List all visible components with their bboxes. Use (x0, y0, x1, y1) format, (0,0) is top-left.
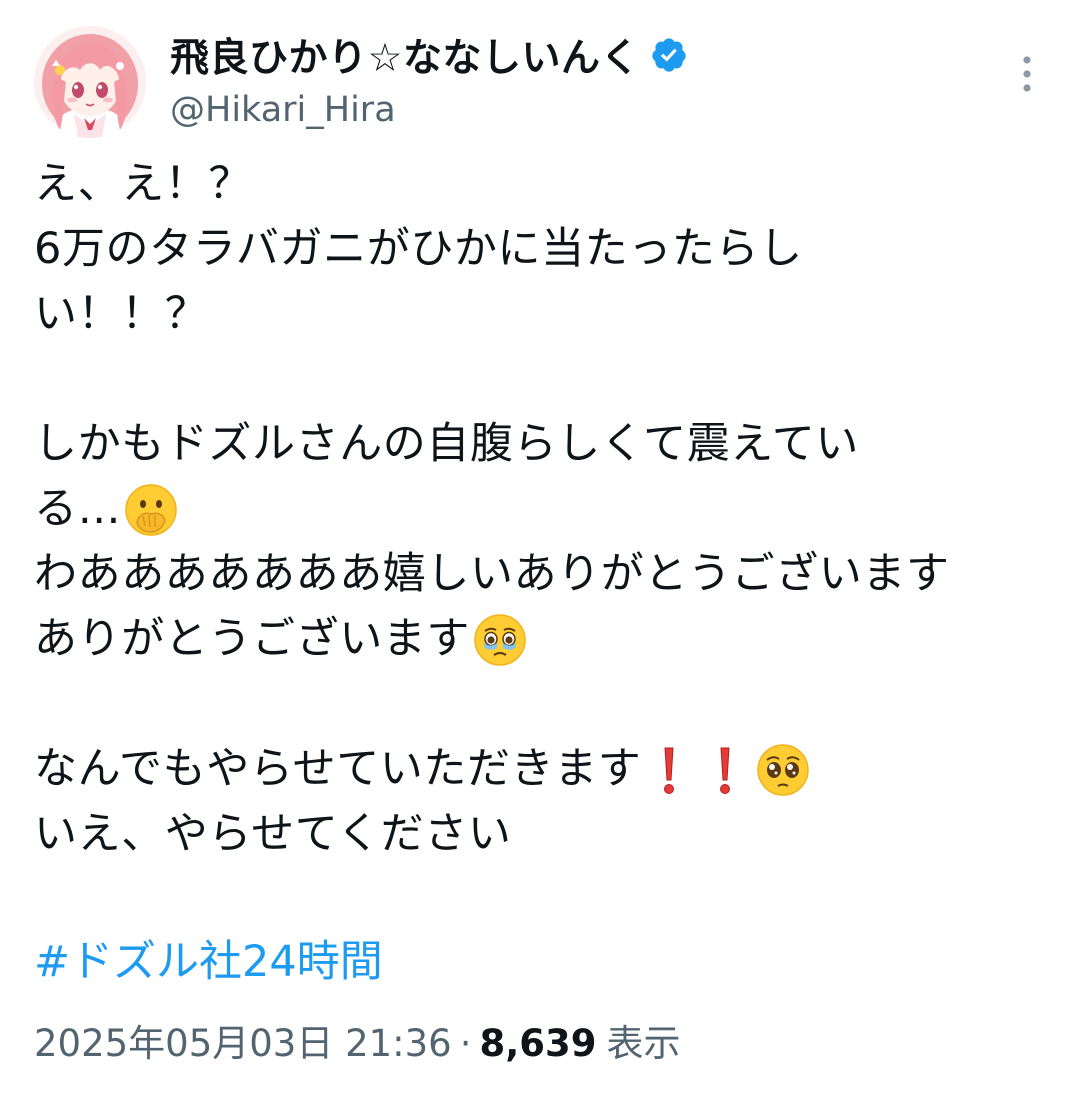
tweet-line-text: いえ、やらせてください (34, 809, 512, 859)
tweet-line-text: ありがとうございます (34, 614, 470, 664)
red-exclamation-icon (697, 742, 753, 798)
tweet-line-text: い！！？ (34, 289, 209, 339)
tweet-line: い！！？ (34, 282, 1044, 347)
hashtag-link[interactable]: #ドズル社24時間 (34, 930, 383, 994)
tweet-header: 飛良ひかり☆ななしいんく @Hikari_Hira (34, 20, 1054, 138)
author-names: 飛良ひかり☆ななしいんく @Hikari_Hira (170, 32, 950, 130)
more-options-icon[interactable] (1016, 50, 1038, 102)
tweet-line-text: しかもドズルさんの自腹らしくて震えてい (34, 419, 859, 469)
display-name[interactable]: 飛良ひかり☆ななしいんく (170, 27, 640, 83)
tweet-line: え、え！？ (34, 152, 1044, 217)
tweet-line-text: え、え！？ (34, 159, 252, 209)
face-with-hand-over-mouth-icon (123, 482, 179, 538)
face-holding-back-tears-icon (472, 612, 528, 668)
tweet: 飛良ひかり☆ななしいんく @Hikari_Hira え、え！？ 6万のタラバガニ… (0, 0, 1080, 1096)
views-count: 8,639 (479, 1022, 597, 1065)
meta-separator: · (459, 1022, 472, 1065)
tweet-line: る… (34, 477, 1044, 542)
tweet-text: え、え！？ 6万のタラバガニがひかに当たったらし い！！？ しかもドズルさんの自… (34, 152, 1044, 867)
tweet-meta: 2025年05月03日 21:36 · 8,639 表示 (34, 1016, 681, 1072)
verified-badge-icon (650, 36, 688, 74)
user-handle[interactable]: @Hikari_Hira (170, 90, 950, 130)
avatar[interactable] (34, 26, 146, 138)
views-label: 表示 (606, 1022, 681, 1065)
tweet-line-text: わあああああああ嬉しいありがとうございます (34, 549, 950, 599)
tweet-line: ありがとうございます (34, 607, 1044, 672)
display-name-row: 飛良ひかり☆ななしいんく (170, 32, 950, 81)
tweet-line: しかもドズルさんの自腹らしくて震えてい (34, 412, 1044, 477)
red-exclamation-icon (641, 742, 697, 798)
avatar-image (34, 26, 146, 138)
tweet-line: いえ、やらせてください (34, 802, 1044, 867)
tweet-line-text: なんでもやらせていただきます (34, 744, 642, 794)
tweet-line: 6万のタラバガニがひかに当たったらし (34, 217, 1044, 282)
pleading-face-icon (755, 742, 811, 798)
tweet-line-text: る… (34, 484, 122, 534)
tweet-timestamp[interactable]: 2025年05月03日 21:36 (34, 1016, 452, 1072)
tweet-line: なんでもやらせていただきます (34, 737, 1044, 802)
tweet-line: わあああああああ嬉しいありがとうございます (34, 542, 1044, 607)
tweet-line-text: 6万のタラバガニがひかに当たったらし (34, 224, 803, 274)
